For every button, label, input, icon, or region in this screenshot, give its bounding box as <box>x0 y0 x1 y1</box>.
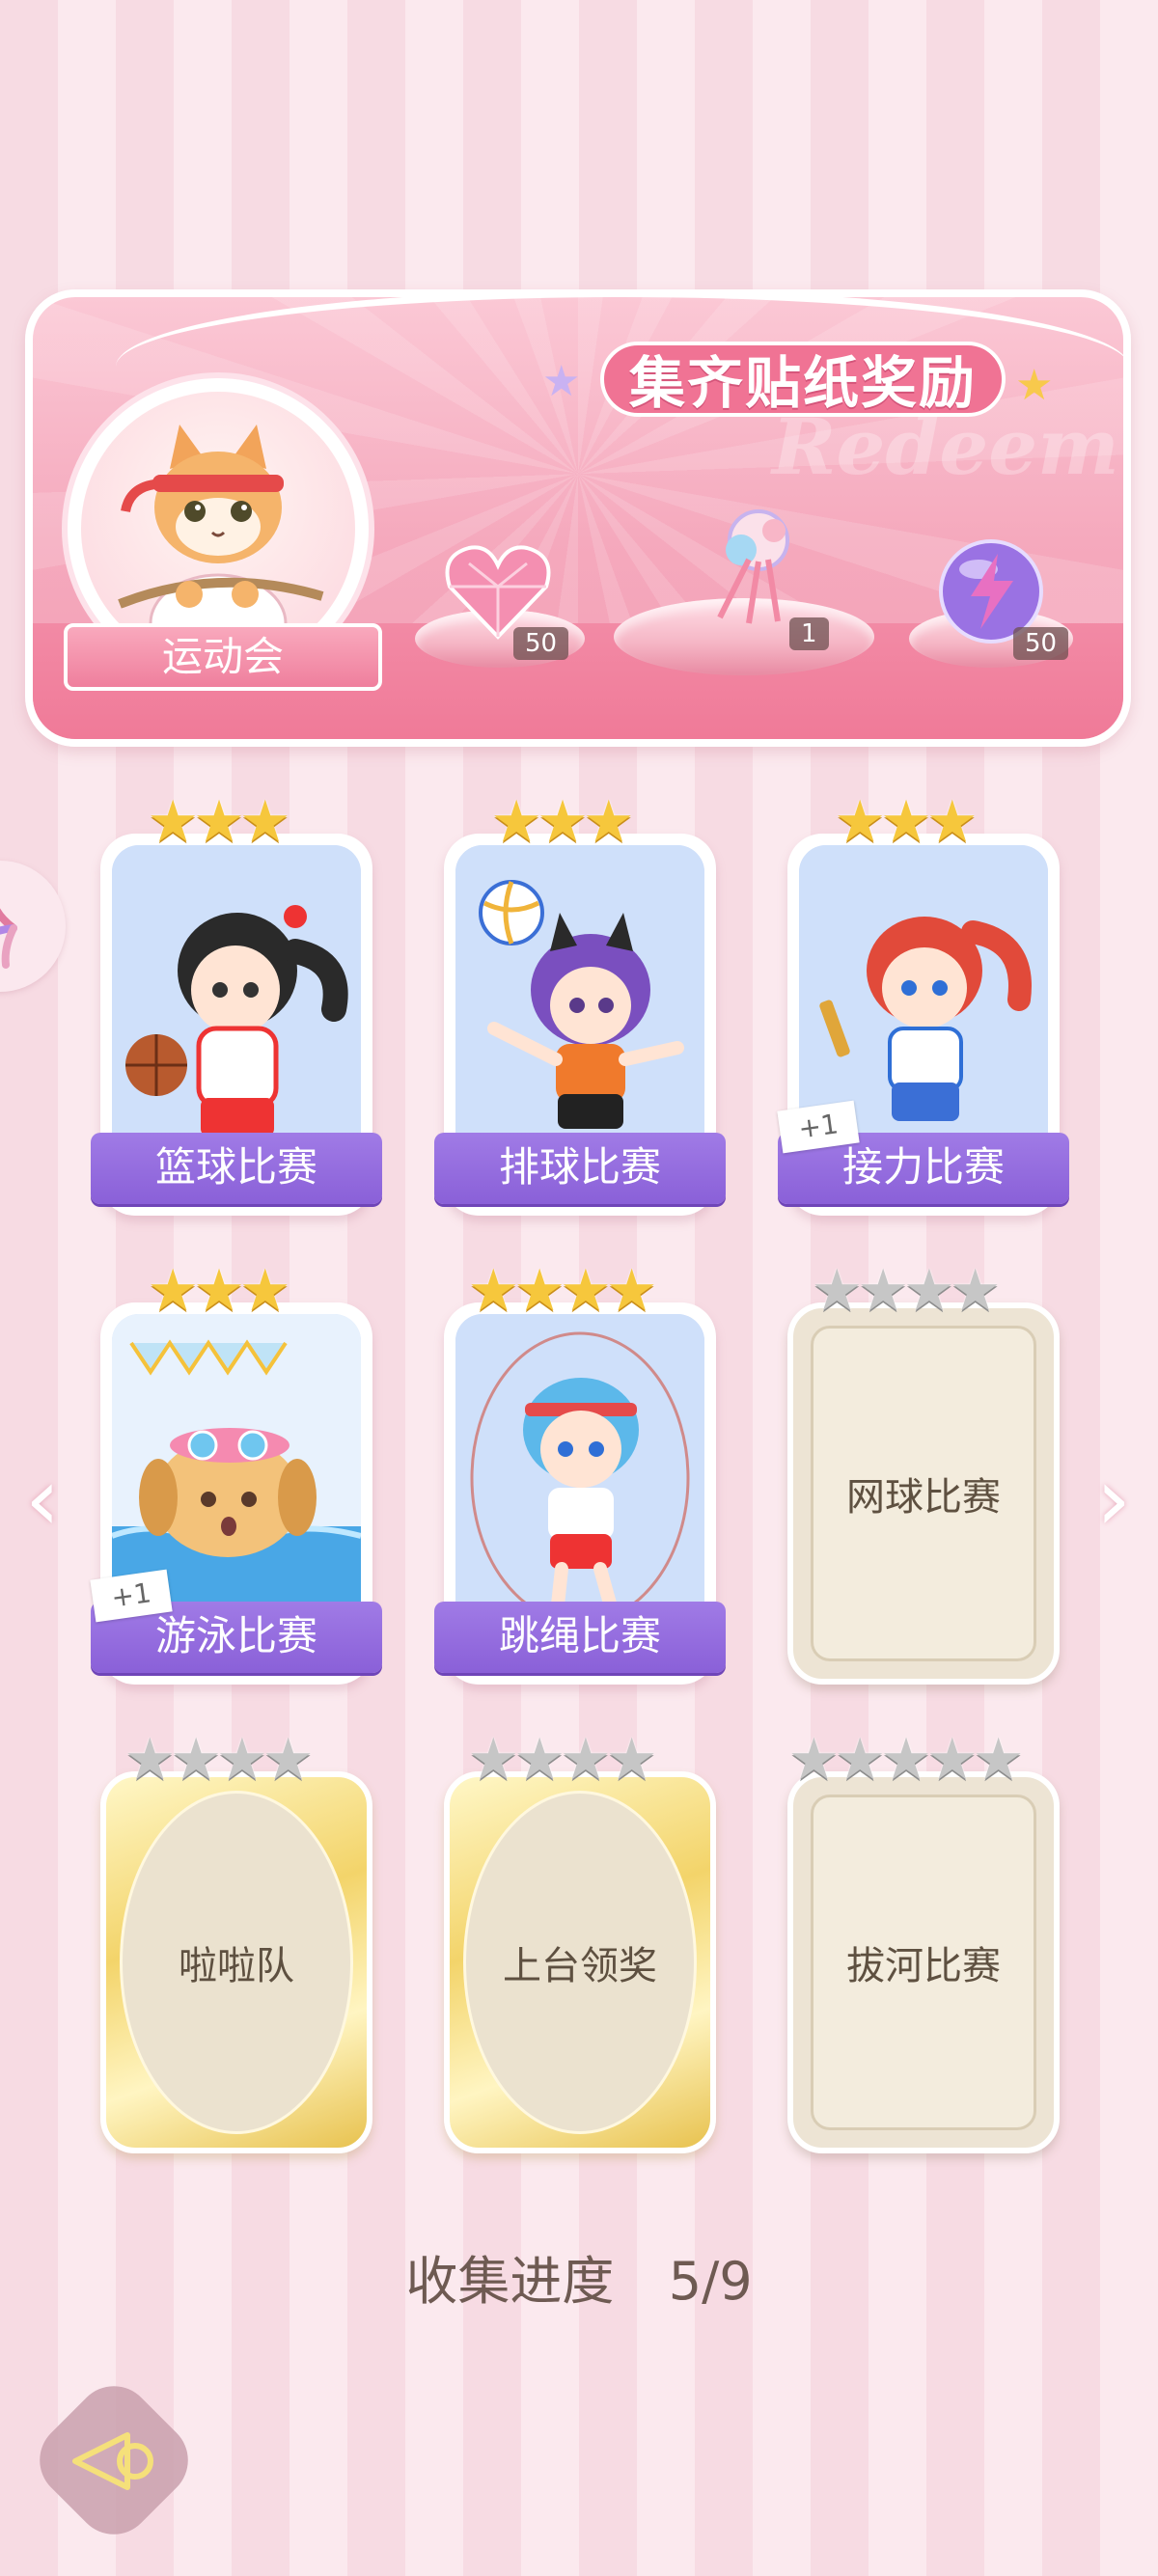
star-filled-icon: ★ <box>467 1257 519 1325</box>
star-empty-icon: ★ <box>216 1726 268 1794</box>
card-label: 排球比赛 <box>434 1133 726 1204</box>
star-rating: ★★★ <box>79 1260 353 1322</box>
banner-title: 集齐贴纸奖励 <box>600 342 1006 417</box>
star-rating: ★★★★ <box>79 1729 353 1791</box>
star-filled-icon: ★ <box>490 788 542 856</box>
side-menu-tab[interactable] <box>0 861 66 992</box>
card-label: 网球比赛 <box>846 1475 1001 1520</box>
back-arrow-icon <box>72 2432 153 2490</box>
star-empty-icon: ★ <box>605 1726 658 1794</box>
star-empty-icon: ★ <box>467 1726 519 1794</box>
sticker-card[interactable]: 篮球比赛 ★★★ <box>79 791 382 1216</box>
star-filled-icon: ★ <box>880 788 932 856</box>
star-empty-icon: ★ <box>880 1726 932 1794</box>
collection-progress: 收集进度 5/9 <box>0 2238 1158 2315</box>
star-filled-icon: ★ <box>582 788 635 856</box>
progress-label: 收集进度 <box>405 2251 615 2312</box>
star-empty-icon: ★ <box>834 1726 886 1794</box>
star-filled-icon: ★ <box>147 788 199 856</box>
sticker-card[interactable]: 游泳比赛 +1 ★★★ <box>79 1260 382 1685</box>
next-page-arrow-icon[interactable]: › <box>1096 1457 1144 1544</box>
star-filled-icon: ★ <box>238 788 291 856</box>
card-label: 啦啦队 <box>179 1944 294 1988</box>
sticker-card-locked[interactable]: 网球比赛 ★★★★ <box>766 1260 1060 1685</box>
star-empty-icon: ★ <box>513 1726 565 1794</box>
star-filled-icon: ★ <box>560 1257 612 1325</box>
card-label: 上台领奖 <box>503 1944 657 1988</box>
star-filled-icon: ★ <box>537 788 589 856</box>
star-filled-icon: ★ <box>193 1257 245 1325</box>
star-empty-icon: ★ <box>925 1726 979 1794</box>
star-filled-icon: ★ <box>238 1257 291 1325</box>
star-empty-icon: ★ <box>560 1726 612 1794</box>
star-empty-icon: ★ <box>903 1257 955 1325</box>
star-rating: ★★★★ <box>423 1729 697 1791</box>
star-empty-icon: ★ <box>949 1257 1002 1325</box>
event-name-ribbon: 运动会 <box>64 623 382 691</box>
star-filled-icon: ★ <box>605 1257 658 1325</box>
star-rating: ★★★★★ <box>760 1729 1046 1791</box>
sticker-card[interactable]: 跳绳比赛 ★★★★ <box>423 1260 726 1685</box>
star-filled-icon: ★ <box>925 788 979 856</box>
star-empty-icon: ★ <box>972 1726 1025 1794</box>
star-empty-icon: ★ <box>124 1726 176 1794</box>
progress-value: 5/9 <box>668 2251 753 2312</box>
fan-icon <box>0 908 17 969</box>
sticker-card[interactable]: 排球比赛 ★★★ <box>423 791 726 1216</box>
sparkle-star-icon: ★ <box>542 357 581 406</box>
star-rating: ★★★★ <box>423 1260 697 1322</box>
prev-page-arrow-icon[interactable]: ‹ <box>25 1457 73 1544</box>
reward-count: 50 <box>513 627 569 660</box>
sparkle-star-icon: ★ <box>1015 361 1054 410</box>
star-empty-icon: ★ <box>857 1257 909 1325</box>
card-label: 篮球比赛 <box>91 1133 382 1204</box>
star-empty-icon: ★ <box>787 1726 841 1794</box>
sticker-card-locked[interactable]: 拔河比赛 ★★★★★ <box>766 1729 1060 2153</box>
star-rating: ★★★ <box>766 791 1040 853</box>
star-rating: ★★★ <box>423 791 697 853</box>
reward-count: 1 <box>789 617 829 650</box>
star-filled-icon: ★ <box>513 1257 565 1325</box>
star-empty-icon: ★ <box>811 1257 863 1325</box>
star-empty-icon: ★ <box>262 1726 315 1794</box>
sticker-card-locked[interactable]: 上台领奖 ★★★★ <box>423 1729 716 2153</box>
star-filled-icon: ★ <box>834 788 886 856</box>
reward-count: 50 <box>1013 627 1069 660</box>
sticker-card[interactable]: 接力比赛 +1 ★★★ <box>766 791 1069 1216</box>
reward-item[interactable] <box>681 502 816 627</box>
sticker-card-locked[interactable]: 啦啦队 ★★★★ <box>79 1729 372 2153</box>
star-filled-icon: ★ <box>147 1257 199 1325</box>
ribbon-bouquet-icon <box>717 509 789 624</box>
card-label: 跳绳比赛 <box>434 1602 726 1673</box>
card-label: 拔河比赛 <box>846 1944 1001 1988</box>
star-rating: ★★★ <box>79 791 353 853</box>
star-empty-icon: ★ <box>170 1726 222 1794</box>
star-rating: ★★★★ <box>766 1260 1040 1322</box>
star-filled-icon: ★ <box>193 788 245 856</box>
